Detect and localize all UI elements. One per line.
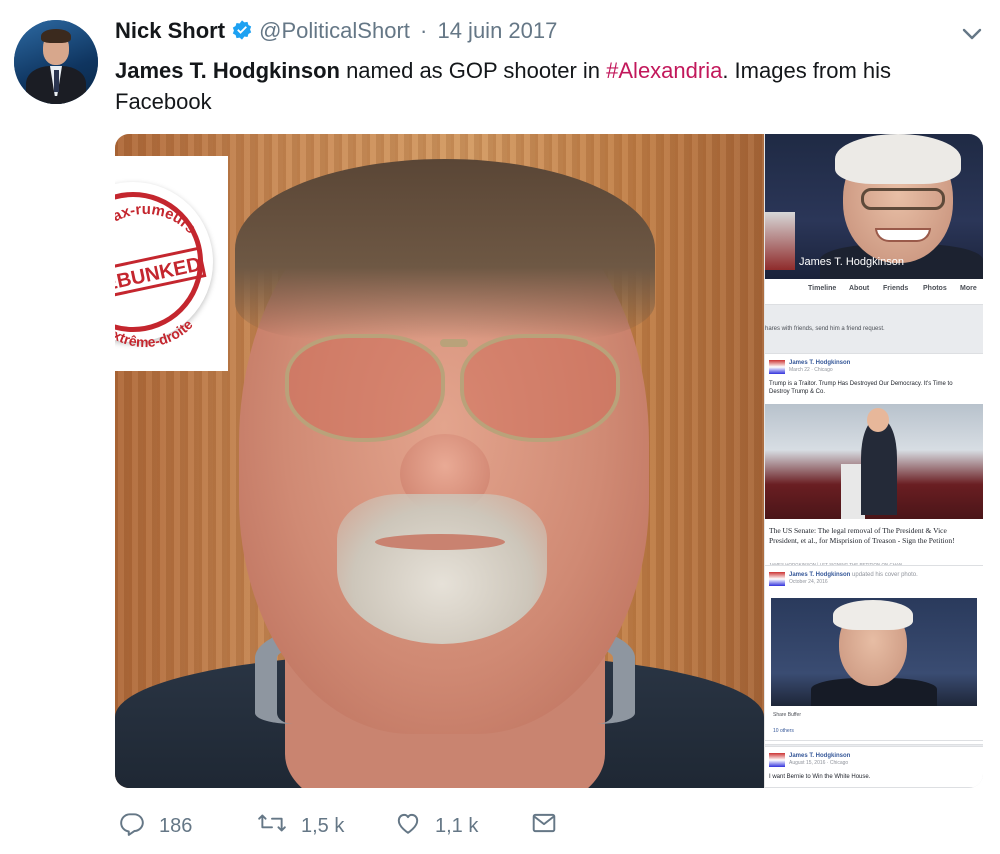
like-icon	[395, 810, 435, 842]
fb-tab-more: More	[960, 285, 977, 292]
reply-icon	[119, 810, 159, 842]
fb-post-time: March 22 · Chicago	[789, 367, 833, 373]
fb-post-image	[765, 404, 983, 519]
retweet-count: 1,5 k	[301, 814, 345, 837]
facebook-tabs: Timeline About Friends Photos More	[765, 279, 983, 305]
retweet-icon	[257, 810, 301, 842]
badge-top-text: Hoax-rumeurs	[115, 201, 199, 237]
fb-post-author: James T. Hodgkinson updated his cover ph…	[789, 572, 918, 578]
author-handle[interactable]: @PoliticalShort	[259, 18, 410, 43]
tweet-actions: 186 1,5 k 1,1 k	[115, 808, 615, 848]
fb-link-caption: The US Senate: The legal removal of The …	[769, 526, 955, 545]
mention-name: James T. Hodgkinson	[115, 58, 340, 83]
author-avatar[interactable]	[14, 20, 98, 104]
debunked-badge: Hoax-rumeurs DEBUNKED d'extrême-droite	[115, 156, 228, 371]
fb-post-time: October 24, 2016	[789, 579, 828, 585]
hashtag-link[interactable]: #Alexandria	[606, 58, 722, 83]
like-count: 1,1 k	[435, 814, 479, 837]
facebook-post: James T. Hodgkinson updated his cover ph…	[765, 565, 983, 741]
svg-text:Hoax-rumeurs: Hoax-rumeurs	[115, 201, 199, 237]
fb-tab-about: About	[849, 285, 870, 292]
chevron-down-icon[interactable]	[960, 22, 984, 46]
fb-post-author: James T. Hodgkinson	[789, 753, 851, 759]
badge-bottom-text: d'extrême-droite	[115, 316, 196, 350]
tweet-text-part1: named as GOP shooter in	[339, 58, 607, 83]
fb-post-actions: Share Buffer	[773, 712, 801, 718]
facebook-screenshot[interactable]: James T. Hodgkinson Timeline About Frien…	[765, 134, 983, 788]
fb-cover-photo	[771, 598, 977, 706]
like-button[interactable]: 1,1 k	[395, 808, 478, 844]
fb-tab-photos: Photos	[923, 285, 947, 292]
retweet-button[interactable]: 1,5 k	[257, 808, 344, 844]
author-name[interactable]: Nick Short	[115, 18, 225, 43]
svg-text:d'extrême-droite: d'extrême-droite	[115, 316, 196, 350]
verified-icon	[231, 19, 253, 47]
fb-post-author: James T. Hodgkinson	[789, 360, 851, 366]
debunked-stamp: Hoax-rumeurs DEBUNKED d'extrême-droite	[115, 201, 207, 350]
tweet-media[interactable]: Hoax-rumeurs DEBUNKED d'extrême-droite J…	[115, 134, 983, 788]
tweet-header: Nick Short @PoliticalShort · 14 juin 201…	[115, 18, 915, 48]
fb-post-likes: 10 others	[773, 728, 794, 734]
fb-post-time: August 15, 2016 · Chicago	[789, 760, 849, 766]
reply-count: 186	[159, 814, 193, 837]
direct-message-button[interactable]	[531, 808, 571, 844]
fb-avatar	[769, 572, 785, 586]
tweet-date[interactable]: 14 juin 2017	[437, 18, 557, 43]
facebook-friend-note: hares with friends, send him a friend re…	[765, 326, 885, 332]
fb-tab-timeline: Timeline	[808, 285, 837, 292]
facebook-post: James T. Hodgkinson August 15, 2016 · Ch…	[765, 746, 983, 788]
fb-post-message: I want Bernie to Win the White House.	[769, 774, 871, 780]
facebook-cover: James T. Hodgkinson	[765, 134, 983, 284]
separator-dot: ·	[420, 18, 428, 43]
fb-avatar	[769, 753, 785, 767]
fb-post-message: Trump is a Traitor. Trump Has Destroyed …	[769, 381, 953, 395]
direct-message-icon	[531, 810, 571, 842]
fb-avatar	[769, 360, 785, 374]
facebook-profile-name: James T. Hodgkinson	[799, 256, 904, 268]
tweet-text: James T. Hodgkinson named as GOP shooter…	[115, 55, 975, 117]
fb-tab-friends: Friends	[883, 285, 909, 292]
reply-button[interactable]: 186	[119, 808, 192, 844]
